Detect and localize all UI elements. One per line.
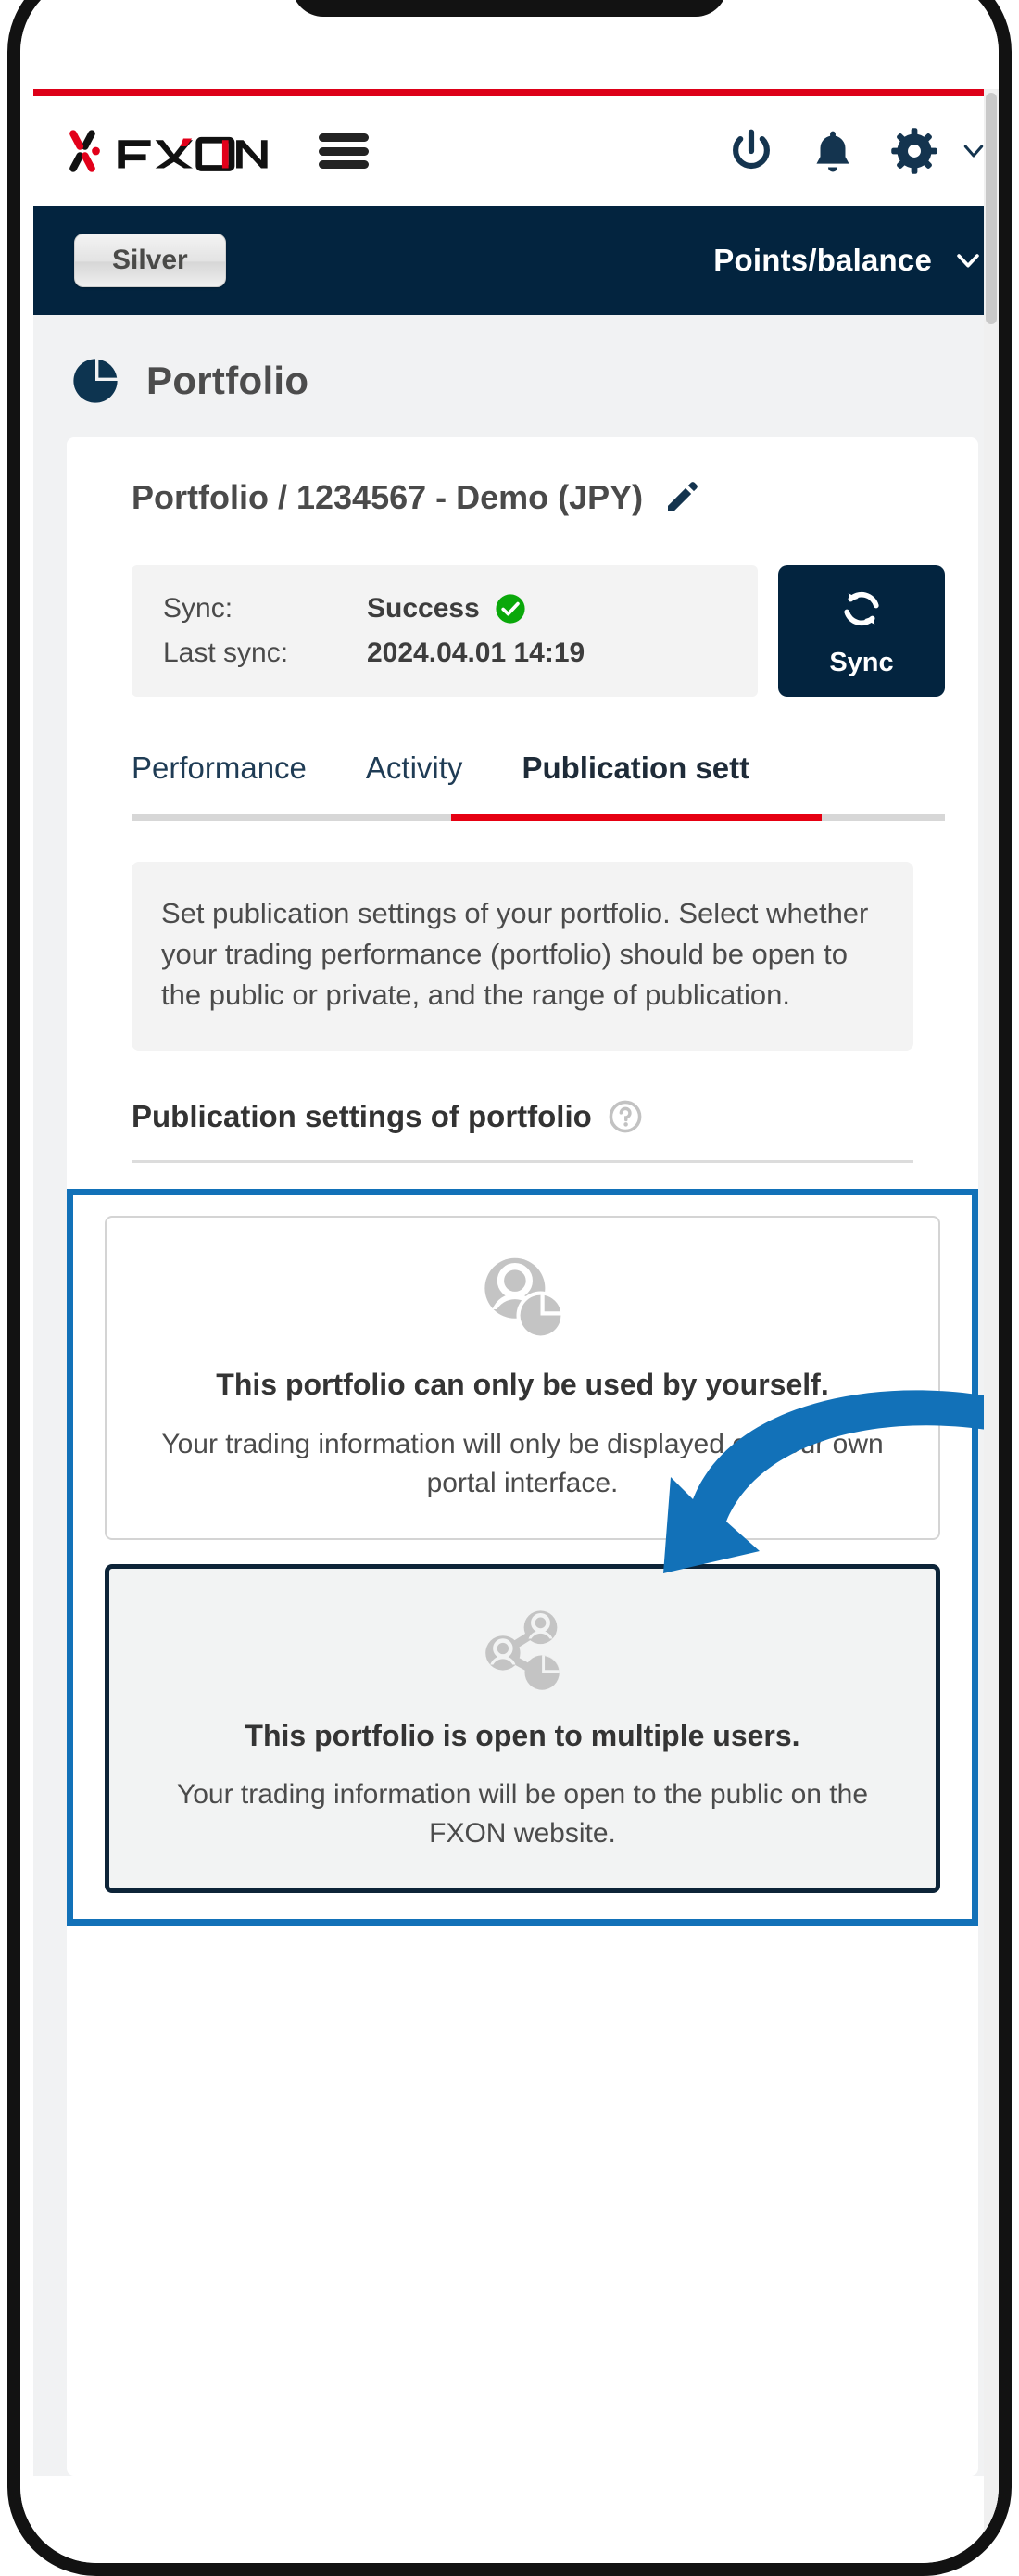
portfolio-name: Portfolio / 1234567 - Demo (JPY) [132,478,644,516]
option-private-description: Your trading information will only be di… [161,1428,884,1498]
points-balance-toggle[interactable]: Points/balance [713,243,984,278]
help-circle-icon[interactable] [609,1100,642,1133]
phone-frame: Silver Points/balance Portfolio Portfoli… [0,0,1019,2576]
page-body: Portfolio Portfolio / 1234567 - Demo (JP… [33,315,999,2476]
sync-section: Sync: Success Last sync: 2024.04.01 14:1… [132,565,945,697]
portfolio-tabs: Performance Activity Publication sett [132,751,945,814]
section-title: Publication settings of portfolio [132,1099,592,1134]
sync-status-label: Sync: [163,593,233,624]
last-sync-row: Last sync: 2024.04.01 14:19 [163,638,726,669]
page-header: Portfolio [33,315,999,437]
last-sync-value: 2024.04.01 14:19 [367,638,585,668]
hamburger-bar [319,146,369,156]
option-private[interactable]: This portfolio can only be used by yours… [105,1216,940,1540]
fxon-logo-mark [69,130,100,172]
sync-status-value: Success [367,593,480,624]
tabs-underline [132,814,945,821]
fxon-logo[interactable] [56,124,270,178]
sync-button-label: Sync [829,647,894,677]
check-circle-icon [496,594,525,624]
option-private-title: This portfolio can only be used by yours… [216,1368,829,1402]
sync-info-box: Sync: Success Last sync: 2024.04.01 14:1… [132,565,758,697]
pie-chart-icon [73,359,118,403]
section-divider [132,1160,913,1164]
portfolio-card-header: Portfolio / 1234567 - Demo (JPY) [100,478,945,523]
publication-options-highlight: This portfolio can only be used by yours… [67,1189,978,1926]
app-header [33,96,999,206]
portfolio-card: Portfolio / 1234567 - Demo (JPY) Sync: S… [67,437,978,2476]
phone-notch [292,0,727,17]
hamburger-bar [319,160,369,169]
header-actions [726,126,988,176]
scrollbar-thumb[interactable] [986,93,997,324]
sync-status-row: Sync: Success [163,593,726,625]
page-scrollbar[interactable] [984,89,999,2552]
fxon-logo-wordmark [118,136,268,171]
option-public-title: This portfolio is open to multiple users… [245,1718,800,1752]
tab-activity[interactable]: Activity [366,751,463,814]
brand-accent-rule [33,89,999,96]
app-viewport: Silver Points/balance Portfolio Portfoli… [33,89,999,2476]
last-sync-label: Last sync: [163,638,289,668]
description-box: Set publication settings of your portfol… [132,862,913,1052]
description-text: Set publication settings of your portfol… [161,897,869,1012]
account-status-bar: Silver Points/balance [33,206,999,315]
rank-badge[interactable]: Silver [74,234,226,287]
option-public-description: Your trading information will be open to… [176,1779,869,1850]
publication-settings-heading: Publication settings of portfolio [132,1099,913,1134]
share-network-icon [485,1610,560,1690]
tab-publication-settings[interactable]: Publication sett [522,751,749,814]
active-tab-indicator [451,814,822,821]
gear-icon[interactable] [889,126,939,176]
page-title: Portfolio [146,359,309,402]
bell-icon[interactable] [808,126,858,176]
hamburger-icon[interactable] [317,130,371,172]
tab-performance[interactable]: Performance [132,751,307,814]
phone-bezel: Silver Points/balance Portfolio Portfoli… [7,0,1012,2576]
points-balance-label: Points/balance [713,243,932,277]
hamburger-bar [319,133,369,142]
refresh-icon [844,591,879,625]
power-icon[interactable] [726,126,776,176]
user-pie-icon [484,1257,565,1340]
pencil-icon[interactable] [663,479,700,516]
phone-screen: Silver Points/balance Portfolio Portfoli… [20,0,999,2563]
sync-button[interactable]: Sync [778,565,945,697]
chevron-down-icon [957,254,979,268]
option-public[interactable]: This portfolio is open to multiple users… [105,1563,940,1894]
